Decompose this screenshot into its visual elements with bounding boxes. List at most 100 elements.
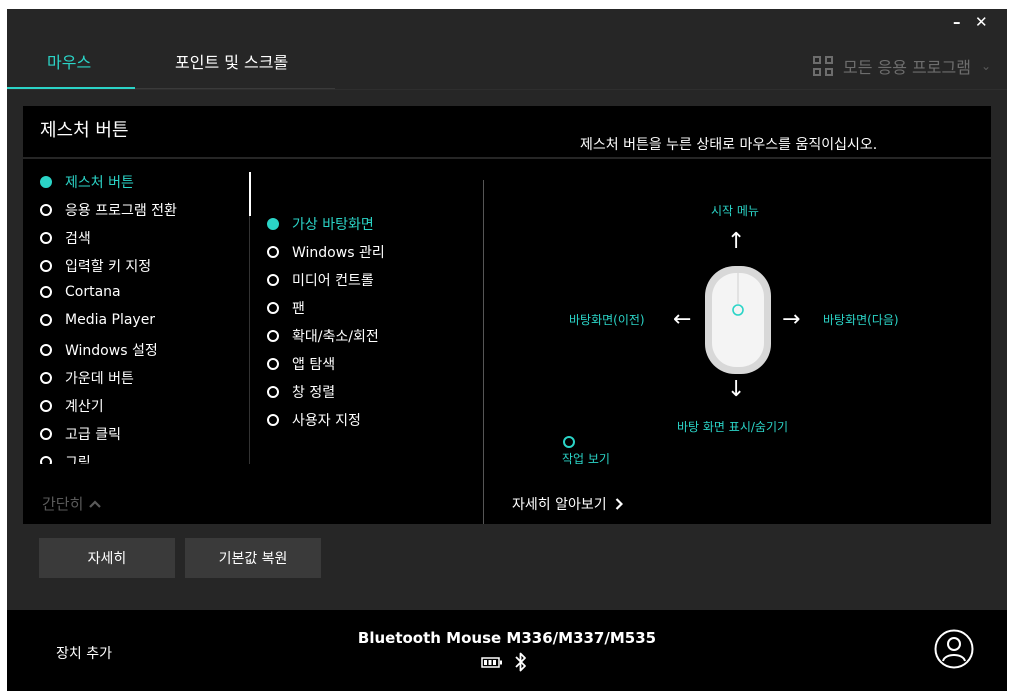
minimize-button[interactable]: – <box>953 13 961 31</box>
radio-icon <box>40 314 52 326</box>
radio-icon <box>40 286 52 298</box>
list-item-label: 응용 프로그램 전환 <box>65 203 177 219</box>
learn-more-label: 자세히 알아보기 <box>512 497 607 513</box>
list-item-label: 고급 클릭 <box>65 427 121 443</box>
chevron-down-icon: ⌄ <box>980 59 991 73</box>
list-item[interactable]: Windows 설정 <box>40 340 158 360</box>
list-item[interactable]: 가운데 버튼 <box>40 368 134 388</box>
panel-divider <box>23 157 991 159</box>
mouse-icon <box>705 266 771 374</box>
radio-icon <box>40 456 52 464</box>
list-item-label: 사용자 지정 <box>292 413 361 429</box>
radio-icon <box>40 372 52 384</box>
app-selector[interactable]: 모든 응용 프로그램 ⌄ <box>813 54 991 78</box>
list-item[interactable]: 계산기 <box>40 396 104 416</box>
list-item-label: 그림 <box>65 455 91 464</box>
list-item-label: Cortana <box>65 284 121 300</box>
list-item-label: 입력할 키 지정 <box>65 259 152 275</box>
radio-icon <box>267 358 279 370</box>
panel-instruction: 제스처 버튼을 누른 상태로 마우스를 움직이십시오. <box>580 137 878 153</box>
list-item-label: 창 정렬 <box>292 385 336 401</box>
list-item[interactable]: 사용자 지정 <box>267 410 361 430</box>
radio-icon <box>40 232 52 244</box>
restore-defaults-button[interactable]: 기본값 복원 <box>185 538 321 578</box>
learn-more-link[interactable]: 자세히 알아보기 <box>512 494 623 514</box>
list-item-label: 제스처 버튼 <box>65 175 134 191</box>
collapse-label: 간단히 <box>42 495 84 513</box>
list-item-label: Windows 설정 <box>65 343 158 359</box>
list-item[interactable]: 제스처 버튼 <box>40 172 134 192</box>
gesture-down-label: 바탕 화면 표시/숨기기 <box>677 420 789 434</box>
list-item-label: 계산기 <box>65 399 104 415</box>
close-button[interactable]: ✕ <box>975 13 988 31</box>
list-item[interactable]: 앱 탐색 <box>267 354 335 374</box>
gesture-click-label: 작업 보기 <box>562 452 610 466</box>
radio-icon <box>40 344 52 356</box>
radio-icon <box>267 246 279 258</box>
radio-icon <box>40 176 52 188</box>
click-target-icon <box>563 436 575 448</box>
gesture-left-label: 바탕화면(이전) <box>569 313 645 327</box>
device-name: Bluetooth Mouse M336/M337/M535 <box>357 629 657 647</box>
arrow-down-icon: ↓ <box>727 377 746 402</box>
list-item-label: 가상 바탕화면 <box>292 217 374 233</box>
list-item[interactable]: 검색 <box>40 228 91 248</box>
tab-point-scroll[interactable]: 포인트 및 스크롤 <box>175 49 288 73</box>
list-item[interactable]: Cortana <box>40 284 121 300</box>
list-item-label: 확대/축소/회전 <box>292 329 379 345</box>
header-divider <box>7 89 1007 90</box>
list-scrollbar[interactable] <box>249 172 251 216</box>
collapse-button[interactable]: 간단히 <box>42 493 102 514</box>
radio-icon <box>40 428 52 440</box>
gesture-right-label: 바탕화면(다음) <box>823 313 899 327</box>
account-icon[interactable] <box>934 629 974 669</box>
arrow-right-icon: → <box>782 307 801 332</box>
list-item-label: 앱 탐색 <box>292 357 336 373</box>
radio-icon <box>40 400 52 412</box>
list-item[interactable]: Media Player <box>40 312 155 328</box>
radio-icon <box>267 414 279 426</box>
gesture-list: 가상 바탕화면 Windows 관리 미디어 컨트롤 팬 확대/축소/회전 앱 … <box>267 208 467 438</box>
device-status <box>481 652 527 672</box>
list-item[interactable]: 입력할 키 지정 <box>40 256 151 276</box>
tab-mouse[interactable]: 마우스 <box>47 49 91 73</box>
list-item[interactable]: 응용 프로그램 전환 <box>40 200 177 220</box>
radio-icon <box>267 386 279 398</box>
list-item[interactable]: 미디어 컨트롤 <box>267 270 374 290</box>
footer: 장치 추가 Bluetooth Mouse M336/M337/M535 <box>7 610 1007 691</box>
list-item-label: 가운데 버튼 <box>65 371 134 387</box>
list-item[interactable]: 확대/축소/회전 <box>267 326 379 346</box>
app-window: – ✕ 마우스 포인트 및 스크롤 모든 응용 프로그램 ⌄ 제스처 버튼 제스… <box>7 9 1007 691</box>
radio-icon <box>267 330 279 342</box>
battery-icon <box>481 656 502 668</box>
list-item-label: 미디어 컨트롤 <box>292 273 374 289</box>
list-item-label: 검색 <box>65 231 91 247</box>
radio-icon <box>267 302 279 314</box>
list-item[interactable]: 팬 <box>267 298 305 318</box>
app-selector-label: 모든 응용 프로그램 <box>843 58 971 77</box>
column-divider <box>483 180 484 524</box>
list-item-label: 팬 <box>292 301 305 317</box>
action-list: 제스처 버튼 응용 프로그램 전환 검색 입력할 키 지정 Cortana Me… <box>40 172 250 464</box>
gesture-up-label: 시작 메뉴 <box>711 204 759 218</box>
gesture-panel: 제스처 버튼 제스처 버튼을 누른 상태로 마우스를 움직이십시오. 제스처 버… <box>23 106 991 524</box>
list-item[interactable]: 창 정렬 <box>267 382 335 402</box>
bluetooth-icon <box>515 652 526 672</box>
chevron-up-icon <box>89 499 102 508</box>
list-item[interactable]: 고급 클릭 <box>40 424 121 444</box>
list-item[interactable]: 가상 바탕화면 <box>267 214 374 234</box>
arrow-left-icon: ← <box>673 307 692 332</box>
arrow-up-icon: ↑ <box>727 229 746 254</box>
radio-icon <box>40 260 52 272</box>
radio-icon <box>267 274 279 286</box>
list-item[interactable]: 그림 <box>40 452 91 464</box>
panel-title: 제스처 버튼 <box>40 120 129 141</box>
grid-icon <box>813 56 833 76</box>
radio-icon <box>267 218 279 230</box>
list-item-label: Media Player <box>65 312 156 328</box>
chevron-right-icon <box>615 498 623 510</box>
list-item[interactable]: Windows 관리 <box>267 242 385 262</box>
more-button[interactable]: 자세히 <box>39 538 175 578</box>
list-item-label: Windows 관리 <box>292 245 385 261</box>
radio-icon <box>40 204 52 216</box>
